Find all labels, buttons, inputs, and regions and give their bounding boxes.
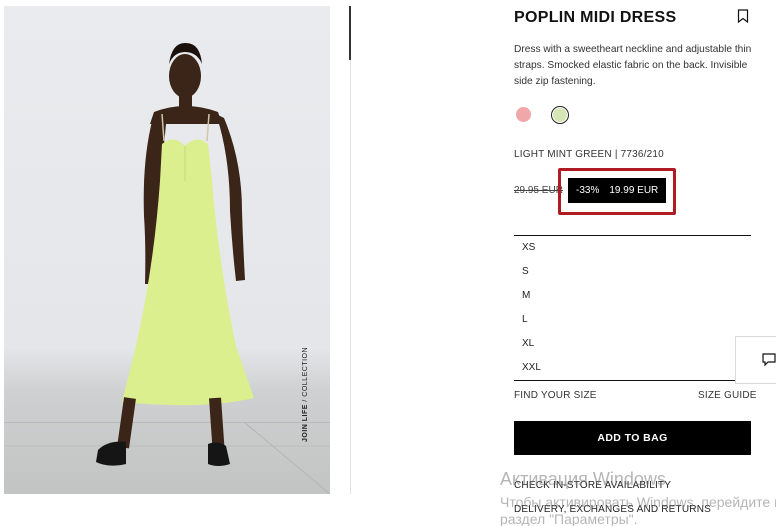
chat-button[interactable] [735, 336, 776, 384]
size-option-s[interactable]: S [522, 266, 529, 277]
image-scrollbar-thumb[interactable] [349, 6, 351, 60]
chat-icon [762, 353, 776, 367]
price-highlight-box [558, 168, 676, 215]
size-option-xl[interactable]: XL [522, 338, 534, 349]
old-price: 29.95 EUR [514, 185, 563, 196]
image-scrollbar-track [350, 6, 351, 494]
find-your-size-link[interactable]: FIND YOUR SIZE [514, 390, 597, 401]
size-option-l[interactable]: L [522, 314, 528, 325]
size-option-xxl[interactable]: XXL [522, 362, 541, 373]
size-option-m[interactable]: M [522, 290, 530, 301]
product-title: POPLIN MIDI DRESS [514, 9, 677, 26]
color-swatch-pink[interactable] [516, 107, 531, 122]
color-swatch-mint[interactable] [553, 108, 567, 122]
windows-activation-line: Чтобы активировать Windows, перейдите в [500, 494, 776, 510]
bookmark-icon[interactable] [737, 9, 749, 23]
product-description: Dress with a sweetheart neckline and adj… [514, 44, 752, 87]
color-code: LIGHT MINT GREEN | 7736/210 [514, 149, 664, 160]
model-illustration [4, 42, 330, 494]
size-guide-link[interactable]: SIZE GUIDE [698, 390, 757, 401]
windows-activation-line: раздел "Параметры". [500, 511, 638, 526]
add-to-bag-button[interactable]: ADD TO BAG [514, 421, 751, 455]
size-list: XS S M L XL XXL [514, 235, 751, 381]
size-option-xs[interactable]: XS [522, 242, 535, 253]
product-image[interactable] [4, 6, 330, 494]
image-caption: JOIN LIFE / COLLECTION [302, 346, 309, 442]
windows-activation-title: Активация Windows [500, 469, 666, 489]
